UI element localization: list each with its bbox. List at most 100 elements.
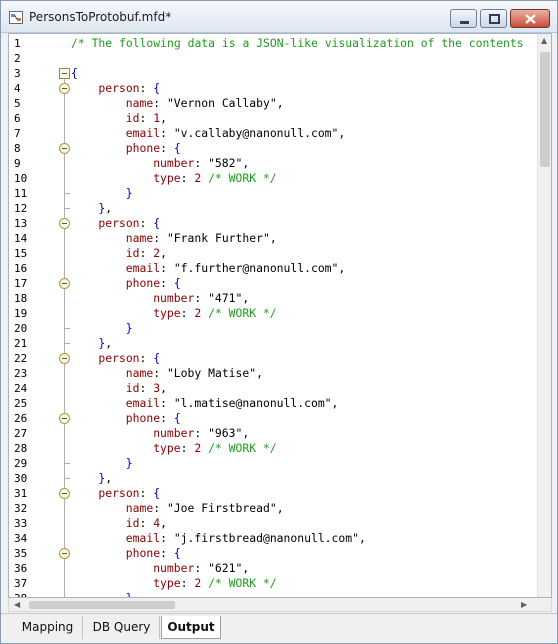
code-token: number: [153, 426, 195, 440]
code-token: }: [125, 456, 133, 470]
code-token: email: [125, 531, 161, 545]
code-line: 21},: [9, 336, 537, 351]
code-line: 22 person: {: [9, 351, 537, 366]
fold-toggle-button[interactable]: [59, 488, 70, 499]
code-token: }: [125, 186, 133, 200]
code-line: 10 type: 2 /* WORK */: [9, 171, 537, 186]
code-text: email: "l.matise@nanonull.com",: [126, 396, 339, 411]
fold-toggle-button[interactable]: [59, 143, 70, 154]
line-number: 18: [14, 292, 28, 305]
fold-toggle-button[interactable]: [59, 413, 70, 424]
code-token: number: [153, 156, 195, 170]
code-token: :: [139, 216, 154, 230]
line-number: 2: [14, 52, 21, 65]
code-text: number: "621",: [153, 561, 249, 576]
code-token: /* WORK */: [208, 171, 277, 185]
code-token: id: [125, 381, 140, 395]
fold-toggle-button[interactable]: [59, 83, 70, 94]
vertical-scrollbar[interactable]: ▲: [537, 34, 551, 597]
code-token: "Joe Firstbread": [166, 501, 277, 515]
code-line: 18 number: "471",: [9, 291, 537, 306]
code-text: type: 2 /* WORK */: [153, 576, 276, 591]
line-number: 36: [14, 562, 28, 575]
code-token: :: [160, 411, 174, 425]
code-token: :: [160, 126, 174, 140]
code-text: number: "582",: [153, 156, 249, 171]
title-bar[interactable]: PersonsToProtobuf.mfd*: [1, 1, 557, 33]
code-token: ,: [269, 231, 277, 245]
fold-toggle-button[interactable]: [59, 353, 70, 364]
code-line: 13 person: {: [9, 216, 537, 231]
fold-toggle-button[interactable]: [59, 68, 70, 79]
code-token: ,: [276, 96, 284, 110]
code-text: type: 2 /* WORK */: [153, 306, 276, 321]
code-token: {: [173, 141, 181, 155]
code-line: 23 name: "Loby Matise",: [9, 366, 537, 381]
code-line: 34 email: "j.firstbread@nanonull.com",: [9, 531, 537, 546]
fold-toggle-button[interactable]: [59, 218, 70, 229]
code-token: :: [180, 441, 195, 455]
code-token: /* WORK */: [208, 306, 277, 320]
code-token: "963": [208, 426, 243, 440]
document-window: PersonsToProtobuf.mfd* 1 /* The following…: [0, 0, 558, 644]
fold-toggle-button[interactable]: [59, 278, 70, 289]
line-number: 17: [14, 277, 28, 290]
tab-mapping[interactable]: Mapping: [13, 616, 83, 639]
code-text: email: "v.callaby@nanonull.com",: [126, 126, 345, 141]
code-token: /* The following data is a JSON-like vis…: [71, 36, 524, 50]
code-token: /* WORK */: [208, 441, 277, 455]
scroll-left-arrow-icon[interactable]: ◀: [14, 600, 20, 609]
code-token: :: [194, 291, 209, 305]
code-line: 32 name: "Joe Firstbread",: [9, 501, 537, 516]
code-token: {: [153, 216, 161, 230]
scroll-right-arrow-icon[interactable]: ▶: [521, 600, 527, 609]
minimize-button[interactable]: [450, 9, 477, 28]
code-token: number: [153, 561, 195, 575]
line-number: 34: [14, 532, 28, 545]
code-token: }: [125, 321, 133, 335]
output-text-editor[interactable]: 1 /* The following data is a JSON-like vi…: [8, 33, 552, 598]
tab-output[interactable]: Output: [161, 616, 221, 639]
code-line: 3{: [9, 66, 537, 81]
code-token: :: [139, 516, 154, 530]
scroll-up-arrow-icon[interactable]: ▲: [541, 36, 547, 45]
code-token: :: [153, 501, 167, 515]
code-text: person: {: [98, 351, 160, 366]
code-text: type: 2 /* WORK */: [153, 441, 276, 456]
code-token: :: [139, 351, 154, 365]
vertical-scroll-thumb[interactable]: [540, 52, 550, 167]
code-token: {: [71, 66, 78, 80]
code-text: name: "Vernon Callaby",: [126, 96, 284, 111]
code-line: 28 type: 2 /* WORK */: [9, 441, 537, 456]
line-number: 16: [14, 262, 28, 275]
code-token: name: [125, 501, 154, 515]
line-number: 19: [14, 307, 28, 320]
horizontal-scrollbar[interactable]: ◀ ▶: [8, 598, 552, 612]
restore-button[interactable]: [480, 9, 507, 28]
code-token: :: [153, 96, 167, 110]
line-number: 11: [14, 187, 28, 200]
fold-toggle-button[interactable]: [59, 548, 70, 559]
horizontal-scroll-thumb[interactable]: [29, 601, 175, 609]
code-token: "621": [208, 561, 243, 575]
code-token: ,: [338, 261, 346, 275]
code-line: 30},: [9, 471, 537, 486]
code-text: },: [98, 471, 112, 486]
code-token: :: [160, 396, 174, 410]
code-token: type: [153, 441, 181, 455]
code-line: 35 phone: {: [9, 546, 537, 561]
code-token: email: [125, 126, 161, 140]
code-line: 25 email: "l.matise@nanonull.com",: [9, 396, 537, 411]
code-token: ,: [160, 381, 167, 395]
code-token: {: [173, 411, 181, 425]
tab-db-query[interactable]: DB Query: [84, 616, 160, 639]
code-token: "f.further@nanonull.com": [173, 261, 339, 275]
close-button[interactable]: [510, 9, 550, 28]
code-token: }: [126, 591, 133, 597]
code-token: "Loby Matise": [166, 366, 257, 380]
code-token: "l.matise@nanonull.com": [173, 396, 332, 410]
code-token: {: [173, 546, 181, 560]
line-number: 1: [14, 37, 21, 50]
code-area[interactable]: 1 /* The following data is a JSON-like vi…: [9, 34, 537, 597]
code-token: ,: [338, 126, 346, 140]
